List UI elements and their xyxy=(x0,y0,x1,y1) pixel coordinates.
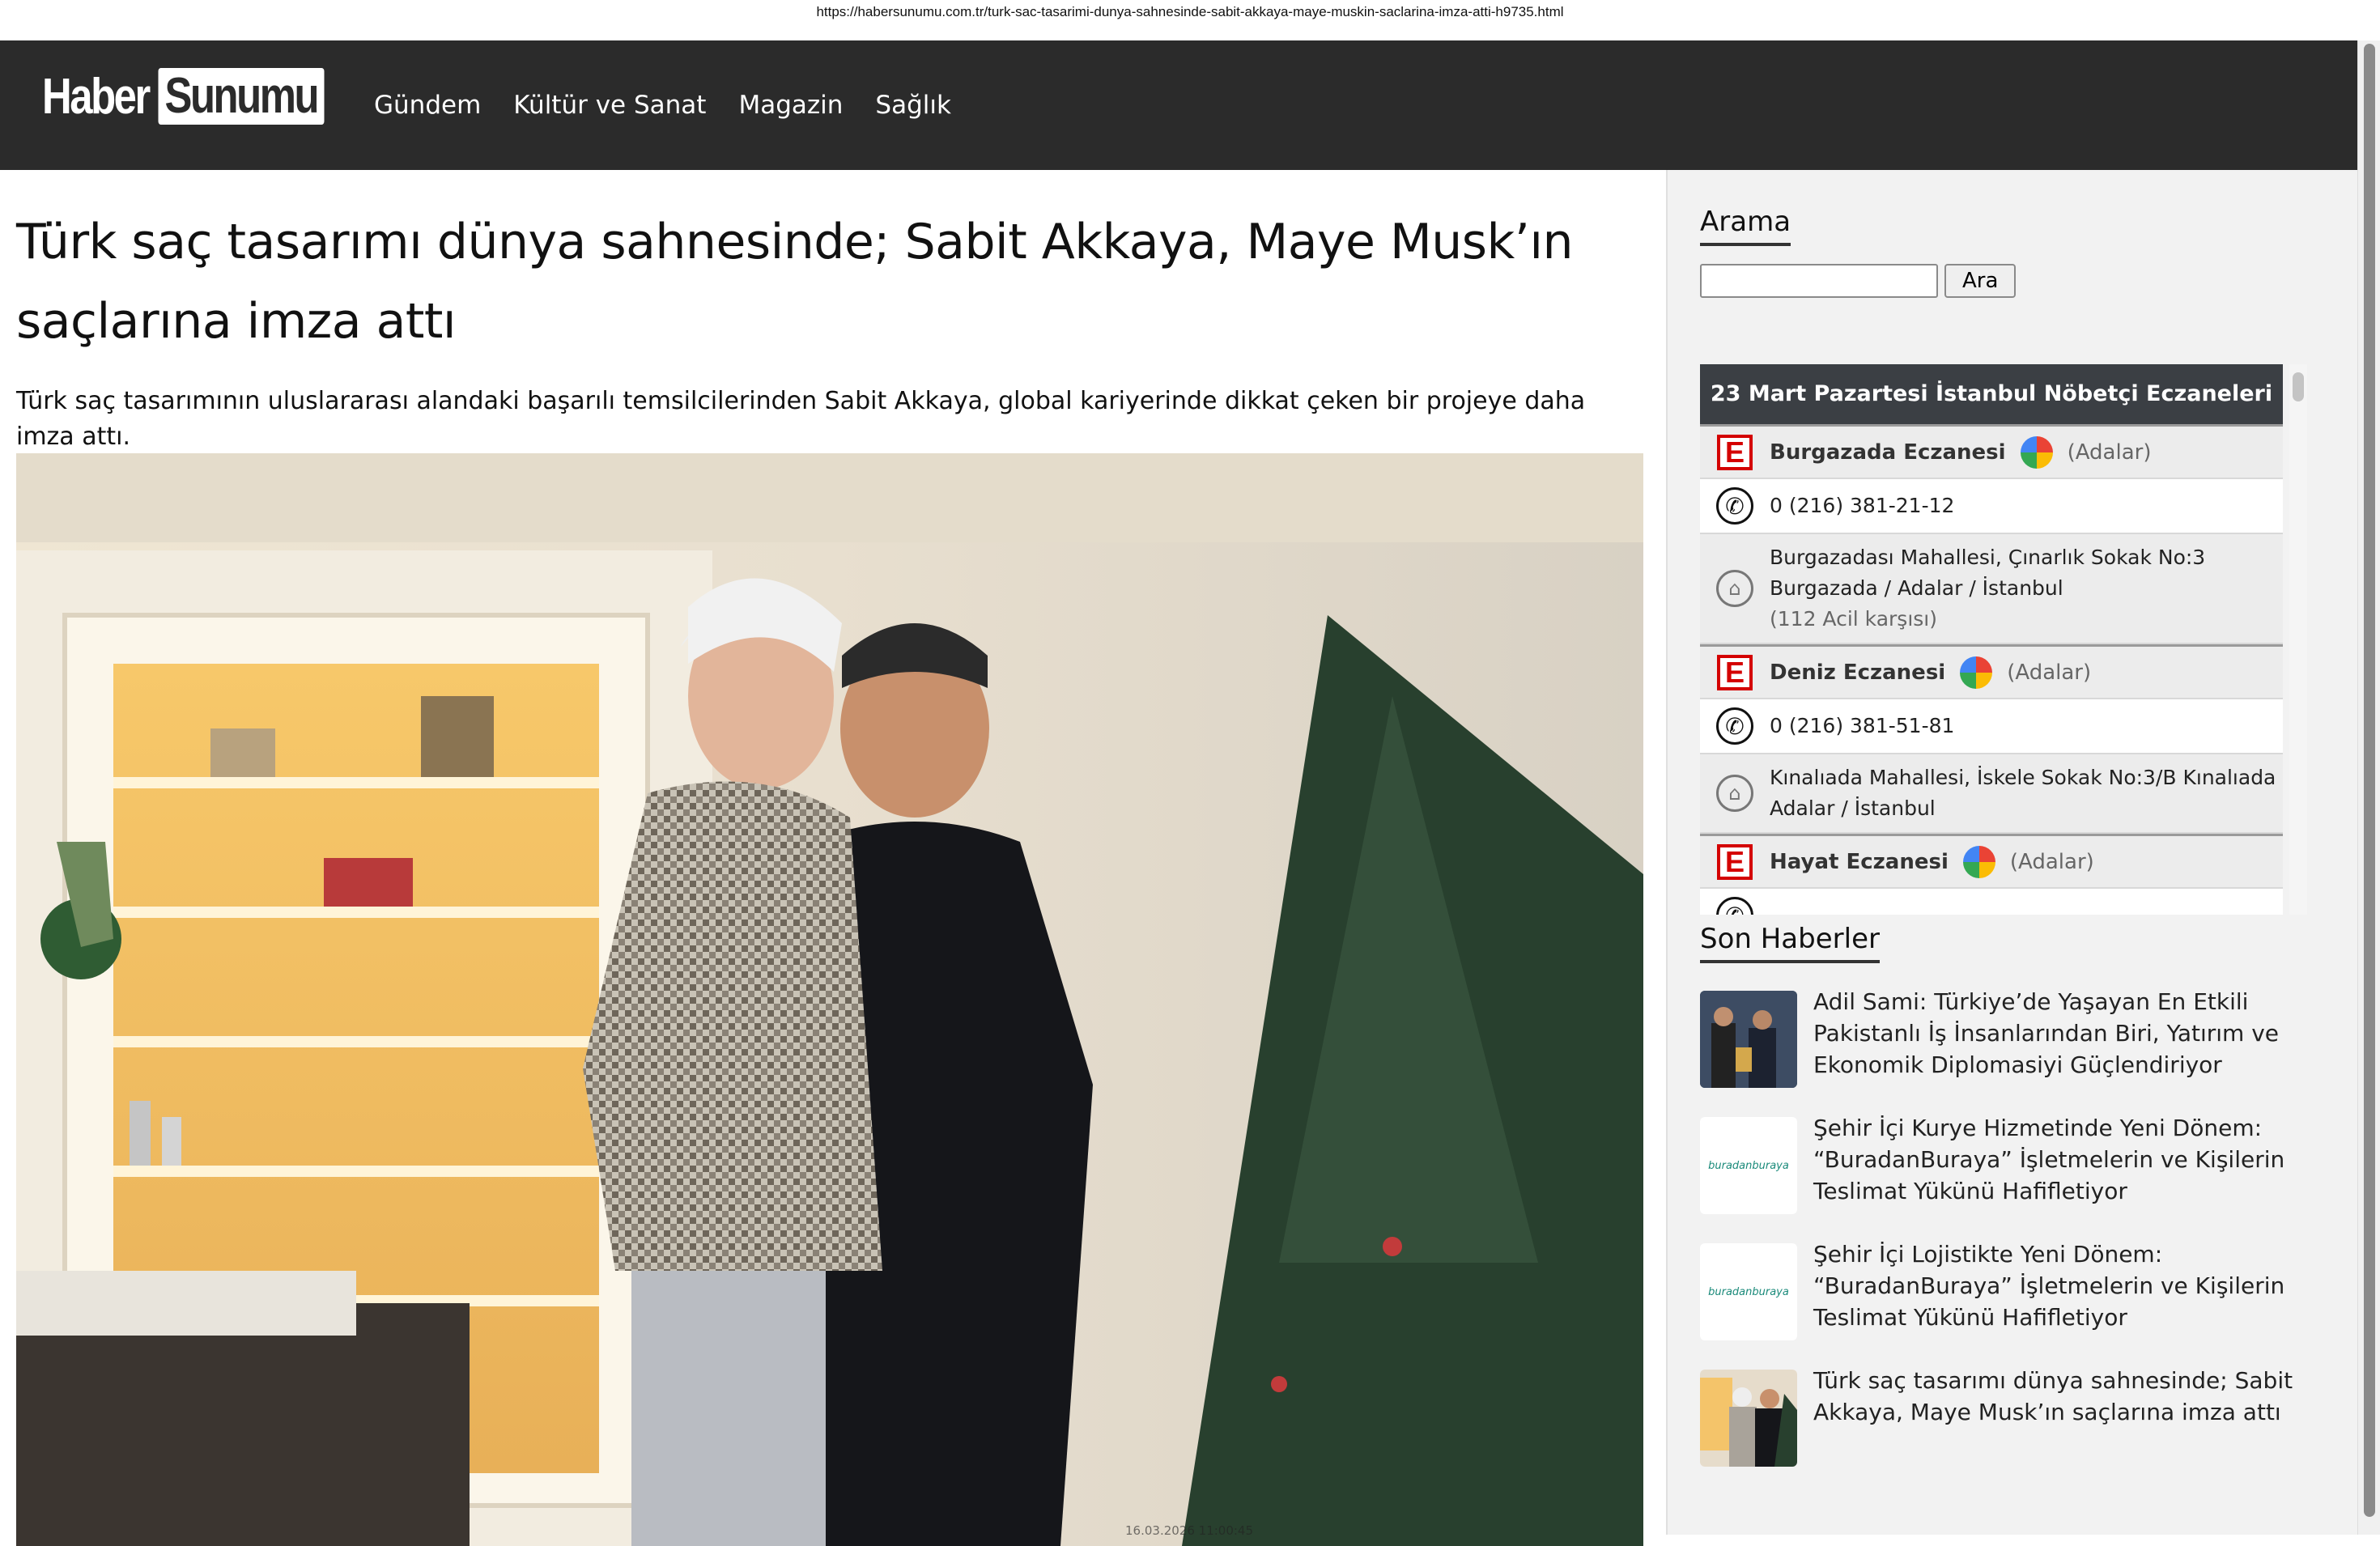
photo-illustration xyxy=(16,453,1643,1546)
pharmacy-name: Burgazada Eczanesi xyxy=(1770,440,2006,465)
window-scroll-thumb[interactable] xyxy=(2364,44,2375,1517)
news-item[interactable]: Adil Sami: Türkiye’de Yaşayan En Etkili … xyxy=(1700,988,2315,1088)
pharmacy-widget: 23 Mart Pazartesi İstanbul Nöbetçi Eczan… xyxy=(1700,364,2315,915)
search-form: Ara xyxy=(1700,264,2315,298)
pharmacy-address-line: Burgazadası Mahallesi, Çınarlık Sokak No… xyxy=(1770,546,2206,569)
news-thumbnail-image xyxy=(1700,991,1797,1088)
pharmacy-address-line: Adalar / İstanbul xyxy=(1770,796,1936,820)
news-section-title: Son Haberler xyxy=(1700,923,1880,963)
news-thumbnail[interactable]: buradanburaya xyxy=(1700,1243,1797,1340)
pharmacy-address-note: (112 Acil karşısı) xyxy=(1770,607,1937,631)
pharmacy-scrollbar[interactable] xyxy=(2289,364,2307,915)
nav-magazin[interactable]: Magazin xyxy=(738,91,843,120)
pharmacy-header: 23 Mart Pazartesi İstanbul Nöbetçi Eczan… xyxy=(1700,364,2283,424)
map-pin-icon[interactable] xyxy=(1960,656,1993,689)
news-title[interactable]: Türk saç tasarımı dünya sahnesinde; Sabi… xyxy=(1813,1365,2315,1467)
news-list: Adil Sami: Türkiye’de Yaşayan En Etkili … xyxy=(1700,988,2315,1467)
pharmacy-address-line: Kınalıada Mahallesi, İskele Sokak No:3/B… xyxy=(1770,766,2276,789)
news-thumbnail[interactable] xyxy=(1700,991,1797,1088)
article: Türk saç tasarımı dünya sahnesinde; Sabi… xyxy=(16,170,1643,1546)
news-item[interactable]: buradanburaya Şehir İçi Kurye Hizmetinde… xyxy=(1700,1115,2315,1214)
pharmacy-district: (Adalar) xyxy=(2007,660,2092,685)
nav-gundem[interactable]: Gündem xyxy=(374,91,481,120)
phone-icon: ✆ xyxy=(1716,897,1753,915)
photo-timestamp: 16.03.2026 11:00:45 xyxy=(1125,1523,1254,1538)
pharmacy-district: (Adalar) xyxy=(2067,440,2152,465)
news-thumbnail[interactable]: buradanburaya xyxy=(1700,1117,1797,1214)
url-bar: https://habersunumu.com.tr/turk-sac-tasa… xyxy=(0,0,2380,40)
phone-icon: ✆ xyxy=(1716,487,1753,525)
pharmacy-e-icon: E xyxy=(1717,654,1753,690)
site-header: Haber Sunumu Gündem Kültür ve Sanat Maga… xyxy=(0,40,2380,170)
news-title[interactable]: Adil Sami: Türkiye’de Yaşayan En Etkili … xyxy=(1813,986,2315,1088)
news-title[interactable]: Şehir İçi Kurye Hizmetinde Yeni Dönem: “… xyxy=(1813,1112,2315,1214)
phone-icon: ✆ xyxy=(1716,707,1753,745)
pharmacy-phone-row[interactable]: ✆ 0 (216) 381-51-81 xyxy=(1700,699,2283,754)
pharmacy-name-row[interactable]: E Burgazada Eczanesi (Adalar) xyxy=(1700,424,2283,479)
news-thumbnail[interactable] xyxy=(1700,1370,1797,1467)
nav-saglik[interactable]: Sağlık xyxy=(875,91,951,120)
pharmacy-scroll-thumb[interactable] xyxy=(2293,372,2304,401)
map-pin-icon[interactable] xyxy=(1962,845,1995,878)
window-scrollbar[interactable] xyxy=(2357,40,2380,1535)
news-title[interactable]: Şehir İçi Lojistikte Yeni Dönem: “Burada… xyxy=(1813,1238,2315,1340)
pharmacy-district: (Adalar) xyxy=(2009,849,2094,874)
site-logo[interactable]: Haber Sunumu xyxy=(42,66,325,126)
logo-part2: Sunumu xyxy=(158,68,325,125)
pharmacy-phone-row[interactable]: ✆ 0 (216) 381-21-12 xyxy=(1700,479,2283,534)
pharmacy-address-line: Burgazada / Adalar / İstanbul xyxy=(1770,576,2063,600)
news-thumbnail-logo: buradanburaya xyxy=(1708,1285,1789,1298)
news-thumbnail-image xyxy=(1700,1370,1797,1467)
pharmacy-address-row: ⌂ Burgazadası Mahallesi, Çınarlık Sokak … xyxy=(1700,534,2283,644)
logo-part1: Haber xyxy=(42,68,151,125)
pharmacy-phone-row[interactable]: ✆ xyxy=(1700,889,2283,915)
search-input[interactable] xyxy=(1700,264,1938,298)
pharmacy-name-row[interactable]: E Hayat Eczanesi (Adalar) xyxy=(1700,834,2283,889)
pharmacy-e-icon: E xyxy=(1717,434,1753,470)
home-icon: ⌂ xyxy=(1716,570,1753,607)
home-icon: ⌂ xyxy=(1716,775,1753,812)
map-pin-icon[interactable] xyxy=(2020,435,2053,469)
pharmacy-e-icon: E xyxy=(1717,843,1753,880)
news-thumbnail-logo: buradanburaya xyxy=(1708,1159,1789,1172)
pharmacy-name-row[interactable]: E Deniz Eczanesi (Adalar) xyxy=(1700,644,2283,699)
article-summary: Türk saç tasarımının uluslararası alanda… xyxy=(16,387,1586,451)
pharmacy-name: Deniz Eczanesi xyxy=(1770,660,1946,685)
news-item[interactable]: Türk saç tasarımı dünya sahnesinde; Sabi… xyxy=(1700,1367,2315,1467)
main-nav: Gündem Kültür ve Sanat Magazin Sağlık xyxy=(374,40,951,170)
search-button[interactable]: Ara xyxy=(1944,264,2017,298)
sidebar: Arama Ara 23 Mart Pazartesi İstanbul Nöb… xyxy=(1700,170,2315,1467)
pharmacy-phone: 0 (216) 381-51-81 xyxy=(1770,714,1955,737)
pharmacy-name: Hayat Eczanesi xyxy=(1770,849,1949,874)
search-section-title: Arama xyxy=(1700,206,1791,246)
nav-kultur-sanat[interactable]: Kültür ve Sanat xyxy=(513,91,706,120)
url-text: https://habersunumu.com.tr/turk-sac-tasa… xyxy=(816,4,1564,19)
article-photo: 16.03.2026 11:00:45 xyxy=(16,453,1643,1546)
pharmacy-address-row: ⌂ Kınalıada Mahallesi, İskele Sokak No:3… xyxy=(1700,754,2283,834)
news-item[interactable]: buradanburaya Şehir İçi Lojistikte Yeni … xyxy=(1700,1241,2315,1340)
article-title: Türk saç tasarımı dünya sahnesinde; Sabi… xyxy=(16,214,1574,350)
latest-news: Son Haberler Adil Sami: Türkiye’de Yaşay… xyxy=(1700,923,2315,1496)
pharmacy-phone: 0 (216) 381-21-12 xyxy=(1770,494,1955,517)
